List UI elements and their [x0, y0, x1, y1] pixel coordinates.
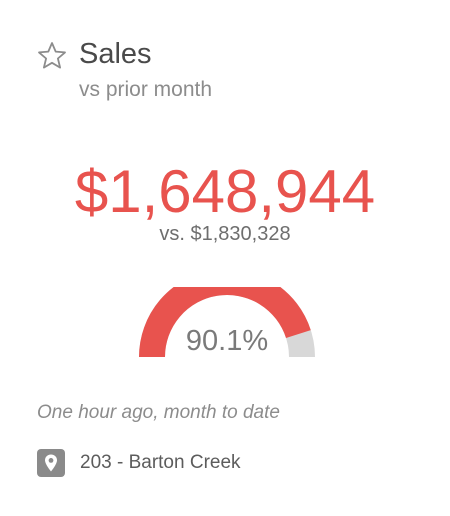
card-subtitle: vs prior month	[79, 78, 213, 101]
sales-kpi-card: Sales vs prior month $1,648,944 vs. $1,8…	[0, 0, 450, 516]
comparison-value: vs. $1,830,328	[159, 223, 291, 245]
gauge-percent-label: 90.1%	[185, 325, 269, 357]
card-title: Sales	[79, 38, 152, 70]
sales-value: $1,648,944	[74, 158, 376, 225]
timestamp-label: One hour ago, month to date	[37, 402, 280, 423]
star-icon[interactable]	[36, 40, 68, 72]
map-pin-icon	[37, 449, 65, 477]
location-label: 203 - Barton Creek	[80, 452, 241, 473]
